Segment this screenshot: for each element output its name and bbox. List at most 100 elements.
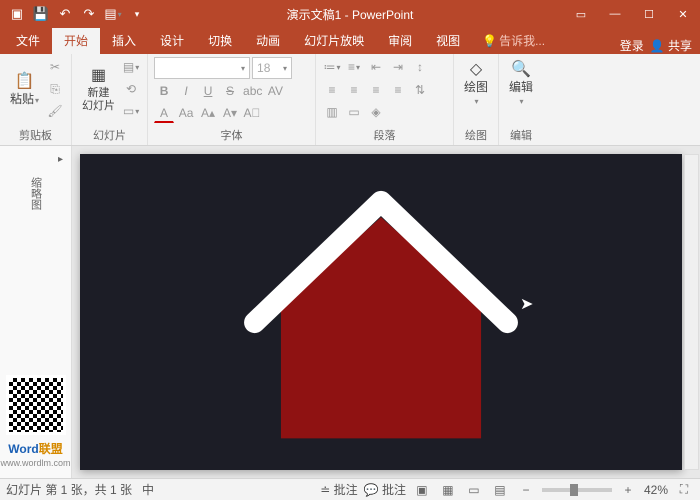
ribbon: 📋 粘贴▾ ✂ ⎘ 🖌 剪贴板 ▦ 新建 幻灯片 ▤▾ ⟲ ▭▾ 幻灯片 [0,54,700,146]
align-right-button[interactable]: ≡ [366,80,386,100]
find-icon: 🔍 [511,59,531,79]
ribbon-tabs: 文件 开始 插入 设计 切换 动画 幻灯片放映 审阅 视图 💡告诉我... 登录… [0,28,700,54]
tab-file[interactable]: 文件 [4,27,52,54]
close-icon[interactable]: ✕ [666,0,700,28]
group-label-slides: 幻灯片 [78,125,141,145]
sorter-view-icon[interactable]: ▦ [438,481,458,499]
tab-review[interactable]: 审阅 [376,27,424,54]
group-editing: 🔍 编辑▾ 编辑 [499,54,543,145]
window-title: 演示文稿1 - PowerPoint [287,6,414,23]
qat-customize-icon[interactable]: ▾ [126,3,148,25]
normal-view-icon[interactable]: ▣ [412,481,432,499]
align-center-button[interactable]: ≡ [344,80,364,100]
editing-button[interactable]: 🔍 编辑▾ [505,57,537,110]
smartart-button[interactable]: ◈ [366,102,386,122]
group-label-clipboard: 剪贴板 [6,125,65,145]
undo-icon[interactable]: ↶ [54,3,76,25]
share-button[interactable]: 👤 共享 [650,37,692,54]
minimize-icon[interactable]: — [598,0,632,28]
zoom-level[interactable]: 42% [644,483,668,497]
tab-insert[interactable]: 插入 [100,27,148,54]
group-clipboard: 📋 粘贴▾ ✂ ⎘ 🖌 剪贴板 [0,54,72,145]
outline-tab[interactable]: 缩略图 [24,173,48,214]
tab-animations[interactable]: 动画 [244,27,292,54]
save-icon[interactable]: 💾 [30,3,52,25]
bullets-button[interactable]: ≔▾ [322,57,342,77]
mouse-cursor-icon: ➤ [520,294,533,314]
redo-icon[interactable]: ↷ [78,3,100,25]
tell-me[interactable]: 💡告诉我... [476,27,551,54]
status-bar: 幻灯片 第 1 张，共 1 张 中 ≐ 批注 💬 批注 ▣ ▦ ▭ ▤ − + … [0,478,700,500]
indent-decrease-button[interactable]: ⇤ [366,57,386,77]
tab-design[interactable]: 设计 [148,27,196,54]
house-body-shape [281,217,481,438]
copy-icon[interactable]: ⎘ [45,79,65,99]
grow-font-button[interactable]: A▴ [198,103,218,123]
ribbon-options-icon[interactable]: ▭ [564,0,598,28]
strikethrough-button[interactable]: S [220,81,240,101]
group-slides: ▦ 新建 幻灯片 ▤▾ ⟲ ▭▾ 幻灯片 [72,54,148,145]
tab-view[interactable]: 视图 [424,27,472,54]
group-label-editing: 编辑 [505,125,537,145]
cut-icon[interactable]: ✂ [45,57,65,77]
maximize-icon[interactable]: ☐ [632,0,666,28]
zoom-in-button[interactable]: + [618,481,638,499]
reset-icon[interactable]: ⟲ [121,79,141,99]
tab-transitions[interactable]: 切换 [196,27,244,54]
window-controls: ▭ — ☐ ✕ [564,0,700,28]
align-text-button[interactable]: ▭ [344,102,364,122]
group-label-font: 字体 [154,125,309,145]
font-color-button[interactable]: A [154,103,174,123]
format-painter-icon[interactable]: 🖌 [45,101,65,121]
zoom-slider[interactable] [542,488,612,492]
panel-collapse-icon[interactable]: ▸ [58,154,67,165]
slide[interactable]: ➤ [80,154,682,470]
thumbnail-panel: ▸ 缩略图 Word联盟 www.wordlm.com [0,146,72,478]
clear-formatting-button[interactable]: A⃠ [242,103,262,123]
numbering-button[interactable]: ≡▾ [344,57,364,77]
zoom-out-button[interactable]: − [516,481,536,499]
content-area: ▸ 缩略图 Word联盟 www.wordlm.com ➤ [0,146,700,478]
start-from-beginning-icon[interactable]: ▤▾ [102,3,124,25]
indent-increase-button[interactable]: ⇥ [388,57,408,77]
login-link[interactable]: 登录 [620,37,644,54]
line-spacing-button[interactable]: ⇅ [410,80,430,100]
shapes-icon: ◇ [466,59,486,79]
new-slide-button[interactable]: ▦ 新建 幻灯片 [78,63,119,115]
shadow-button[interactable]: abc [242,81,263,101]
paste-button[interactable]: 📋 粘贴▾ [6,69,43,109]
slideshow-view-icon[interactable]: ▤ [490,481,510,499]
bold-button[interactable]: B [154,81,174,101]
qr-code [6,375,66,435]
char-spacing-button[interactable]: AV [265,81,285,101]
vertical-scrollbar[interactable] [684,154,699,470]
group-label-drawing: 绘图 [460,125,492,145]
reading-view-icon[interactable]: ▭ [464,481,484,499]
font-family-combo[interactable]: ▾ [154,57,250,79]
app-icon[interactable]: ▣ [6,3,28,25]
layout-icon[interactable]: ▤▾ [121,57,141,77]
underline-button[interactable]: U [198,81,218,101]
comments-button[interactable]: 💬 批注 [364,481,406,498]
tab-home[interactable]: 开始 [52,27,100,54]
align-left-button[interactable]: ≡ [322,80,342,100]
tab-slideshow[interactable]: 幻灯片放映 [292,27,376,54]
justify-button[interactable]: ≡ [388,80,408,100]
group-font: ▾ 18▾ B I U S abc AV A Aa A▴ A▾ A⃠ 字体 [148,54,316,145]
change-case-button[interactable]: Aa [176,103,196,123]
slide-canvas-area: ➤ [72,146,700,478]
group-label-paragraph: 段落 [322,125,447,145]
drawing-button[interactable]: ◇ 绘图▾ [460,57,492,110]
font-size-combo[interactable]: 18▾ [252,57,292,79]
fit-to-window-icon[interactable]: ⛶ [674,481,694,499]
language-indicator[interactable]: 中 [142,481,154,498]
group-paragraph: ≔▾ ≡▾ ⇤ ⇥ ↕ ≡ ≡ ≡ ≡ ⇅ ▥ ▭ ◈ 段落 [316,54,454,145]
shrink-font-button[interactable]: A▾ [220,103,240,123]
text-direction-button[interactable]: ↕ [410,57,430,77]
columns-button[interactable]: ▥ [322,102,342,122]
slide-counter[interactable]: 幻灯片 第 1 张，共 1 张 [6,481,132,498]
title-bar: ▣ 💾 ↶ ↷ ▤▾ ▾ 演示文稿1 - PowerPoint ▭ — ☐ ✕ [0,0,700,28]
section-icon[interactable]: ▭▾ [121,101,141,121]
notes-button[interactable]: ≐ 批注 [320,481,357,498]
italic-button[interactable]: I [176,81,196,101]
